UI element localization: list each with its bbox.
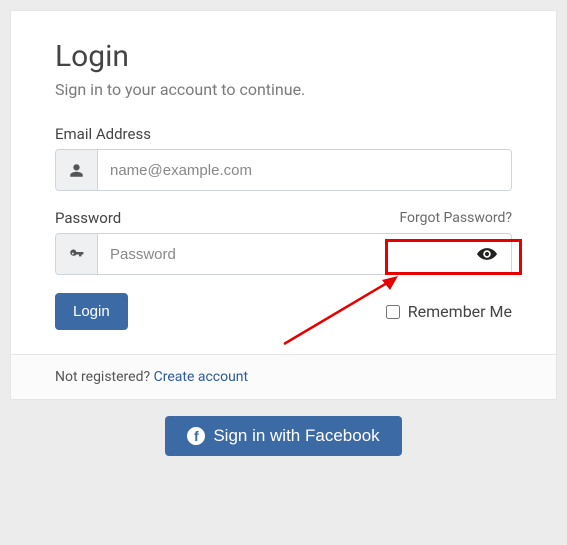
create-account-link[interactable]: Create account — [154, 369, 249, 385]
user-icon — [56, 150, 98, 190]
facebook-signin-button[interactable]: f Sign in with Facebook — [165, 416, 401, 456]
footer-text: Not registered? — [55, 369, 154, 385]
facebook-button-label: Sign in with Facebook — [213, 426, 379, 446]
email-label-row: Email Address — [55, 125, 512, 143]
page-subtitle: Sign in to your account to continue. — [55, 80, 512, 99]
remember-me[interactable]: Remember Me — [386, 302, 512, 321]
key-icon — [56, 234, 98, 274]
facebook-row: f Sign in with Facebook — [10, 416, 557, 456]
card-footer: Not registered? Create account — [11, 354, 556, 399]
login-card: Login Sign in to your account to continu… — [10, 10, 557, 400]
actions-row: Login Remember Me — [55, 293, 512, 330]
email-input[interactable] — [98, 150, 511, 190]
email-label: Email Address — [55, 125, 151, 143]
page-title: Login — [55, 39, 512, 74]
password-input-group — [55, 233, 512, 275]
login-button[interactable]: Login — [55, 293, 128, 330]
facebook-icon: f — [187, 427, 205, 445]
card-body: Login Sign in to your account to continu… — [11, 11, 556, 354]
password-label: Password — [55, 209, 121, 227]
password-label-row: Password Forgot Password? — [55, 209, 512, 227]
email-input-group — [55, 149, 512, 191]
forgot-password-link[interactable]: Forgot Password? — [399, 210, 512, 226]
remember-checkbox[interactable] — [386, 305, 400, 319]
password-input[interactable] — [98, 234, 463, 274]
remember-label: Remember Me — [408, 302, 512, 321]
toggle-password-visibility[interactable] — [463, 234, 511, 274]
eye-icon — [477, 244, 497, 264]
